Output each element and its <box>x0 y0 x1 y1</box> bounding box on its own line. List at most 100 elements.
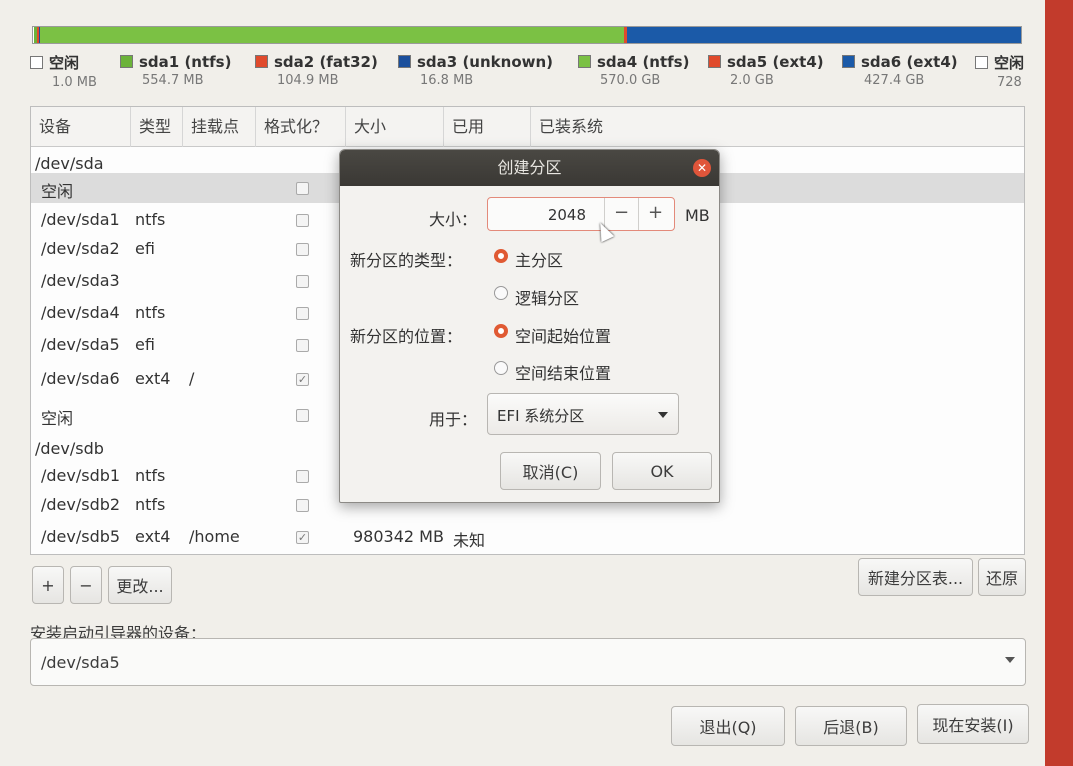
legend-name: 空闲 <box>49 54 80 72</box>
legend-size: 2.0 GB <box>730 73 774 88</box>
location-start-radio[interactable] <box>494 324 508 338</box>
close-icon[interactable]: ✕ <box>693 159 711 177</box>
legend-item: sda6 (ext4) 427.4 GB <box>842 52 958 88</box>
legend-size: 16.8 MB <box>420 73 474 88</box>
legend-item: sda4 (ntfs) 570.0 GB <box>578 52 689 88</box>
revert-button[interactable]: 还原 <box>978 558 1026 596</box>
format-checkbox[interactable]: ✓ <box>296 531 309 544</box>
location-start-label[interactable]: 空间起始位置 <box>515 323 611 347</box>
partition-bar-segment-sda4 <box>39 27 624 43</box>
cell-type: ext4 <box>135 527 171 546</box>
chevron-down-icon <box>658 412 668 418</box>
format-checkbox[interactable] <box>296 470 309 483</box>
legend-swatch <box>975 56 988 69</box>
table-header: 设备 类型 挂载点 格式化？ 大小 已用 已装系统 <box>31 107 1024 147</box>
cell-type: ntfs <box>135 303 166 322</box>
format-checkbox[interactable]: ✓ <box>296 373 309 386</box>
size-label: 大小： <box>428 210 477 229</box>
legend-swatch <box>842 55 855 68</box>
header-mount[interactable]: 挂载点 <box>183 107 256 147</box>
legend-swatch <box>398 55 411 68</box>
cell-device: /dev/sda1 <box>41 210 120 229</box>
screen-bezel <box>1045 0 1073 766</box>
cell-device: /dev/sda <box>35 154 104 173</box>
use-as-select[interactable]: EFI 系统分区 <box>487 393 679 435</box>
legend-size: 1.0 MB <box>52 75 97 90</box>
size-spinbox[interactable]: 2048 − + <box>487 197 675 231</box>
partition-type-label: 新分区的类型： <box>350 251 463 270</box>
format-checkbox[interactable] <box>296 339 309 352</box>
legend-item: sda1 (ntfs) 554.7 MB <box>120 52 231 88</box>
format-checkbox[interactable] <box>296 214 309 227</box>
legend-size: 728 <box>997 75 1022 90</box>
ok-button[interactable]: OK <box>612 452 712 490</box>
increment-button[interactable]: + <box>638 198 672 230</box>
header-device[interactable]: 设备 <box>31 107 131 147</box>
logical-partition-label[interactable]: 逻辑分区 <box>515 285 579 309</box>
cell-device: /dev/sda5 <box>41 335 120 354</box>
quit-button[interactable]: 退出(Q) <box>671 706 785 746</box>
header-used[interactable]: 已用 <box>444 107 531 147</box>
size-unit: MB <box>685 206 710 225</box>
cell-size: 980342 MB <box>353 527 444 546</box>
bootloader-device-select[interactable]: /dev/sda5 <box>30 638 1026 686</box>
header-system[interactable]: 已装系统 <box>531 107 1026 147</box>
cell-device: /dev/sda6 <box>41 369 120 388</box>
header-type[interactable]: 类型 <box>131 107 183 147</box>
bootloader-device-value: /dev/sda5 <box>41 653 120 672</box>
format-checkbox[interactable] <box>296 307 309 320</box>
size-value[interactable]: 2048 <box>548 206 586 224</box>
partition-location-label: 新分区的位置： <box>350 327 463 346</box>
format-checkbox[interactable] <box>296 275 309 288</box>
logical-partition-radio[interactable] <box>494 286 508 300</box>
legend-size: 570.0 GB <box>600 73 661 88</box>
header-size[interactable]: 大小 <box>346 107 444 147</box>
legend-size: 554.7 MB <box>142 73 204 88</box>
legend-name: sda5 (ext4) <box>727 53 824 71</box>
primary-partition-label[interactable]: 主分区 <box>515 247 563 271</box>
format-checkbox[interactable] <box>296 182 309 195</box>
legend-swatch <box>708 55 721 68</box>
remove-partition-button[interactable]: − <box>70 566 102 604</box>
header-format[interactable]: 格式化？ <box>256 107 346 147</box>
cell-device: /dev/sdb2 <box>41 495 121 514</box>
change-partition-button[interactable]: 更改... <box>108 566 172 604</box>
legend-name: 空闲 <box>994 54 1025 72</box>
legend-item: 空闲 728 <box>975 52 1024 90</box>
cell-type: efi <box>135 335 155 354</box>
partition-bar <box>32 26 1022 44</box>
cell-device: /dev/sdb5 <box>41 527 121 546</box>
cell-type: ntfs <box>135 495 166 514</box>
add-partition-button[interactable]: + <box>32 566 64 604</box>
format-checkbox[interactable] <box>296 409 309 422</box>
primary-partition-radio[interactable] <box>494 249 508 263</box>
create-partition-dialog: 创建分区 ✕ 大小： 2048 − + MB 新分区的类型： 主分区 逻辑分区 … <box>339 149 720 503</box>
cell-type: ntfs <box>135 210 166 229</box>
legend-swatch <box>120 55 133 68</box>
format-checkbox[interactable] <box>296 243 309 256</box>
format-checkbox[interactable] <box>296 499 309 512</box>
install-now-button[interactable]: 现在安装(I) <box>917 704 1029 744</box>
back-button[interactable]: 后退(B) <box>795 706 907 746</box>
new-partition-table-button[interactable]: 新建分区表... <box>858 558 973 596</box>
location-end-label[interactable]: 空间结束位置 <box>515 360 611 384</box>
legend-swatch <box>255 55 268 68</box>
cell-mount: / <box>189 369 195 388</box>
cell-device: /dev/sdb1 <box>41 466 121 485</box>
cell-device: 空闲 <box>41 182 74 201</box>
cell-device: 空闲 <box>41 409 74 428</box>
location-end-radio[interactable] <box>494 361 508 375</box>
legend-size: 104.9 MB <box>277 73 339 88</box>
legend-item: sda2 (fat32) 104.9 MB <box>255 52 378 88</box>
cell-device: /dev/sda2 <box>41 239 120 258</box>
legend-name: sda3 (unknown) <box>417 53 554 71</box>
legend-swatch <box>30 56 43 69</box>
partition-bar-segment-sda6 <box>626 27 1021 43</box>
legend-name: sda6 (ext4) <box>861 53 958 71</box>
installer-window: 空闲 1.0 MB sda1 (ntfs) 554.7 MB sda2 (fat32) 1… <box>0 0 1045 766</box>
legend-name: sda1 (ntfs) <box>139 53 232 71</box>
dialog-title: 创建分区 <box>340 150 719 186</box>
legend-item: sda3 (unknown) 16.8 MB <box>398 52 553 88</box>
table-row[interactable]: /dev/sdb5 ext4/home ✓ 980342 MB 未知 <box>31 522 1024 552</box>
cancel-button[interactable]: 取消(C) <box>500 452 601 490</box>
